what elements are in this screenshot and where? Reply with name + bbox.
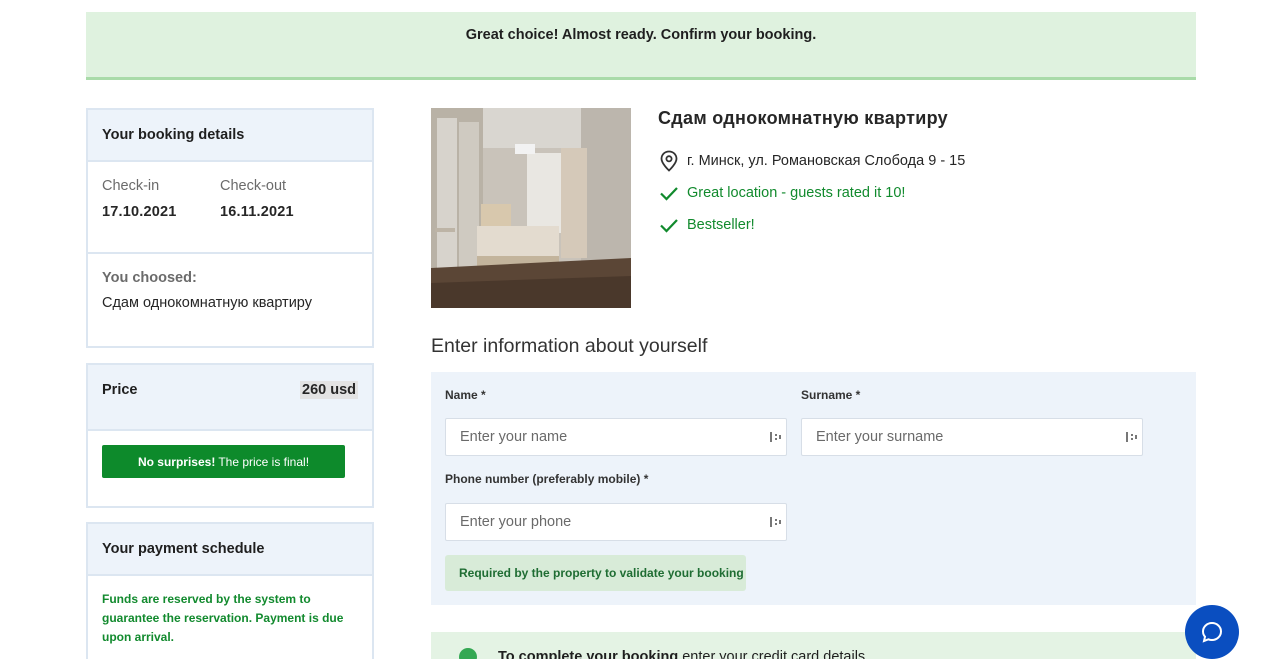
chosen-label: You choosed: bbox=[102, 270, 197, 286]
price-final-badge: No surprises! The price is final! bbox=[102, 445, 345, 478]
banner-text: Great choice! Almost ready. Confirm your… bbox=[465, 26, 817, 43]
chosen-block: You choosed: Сдам однокомнатную квартиру bbox=[88, 254, 372, 327]
credit-card-text-bold: To complete your booking bbox=[498, 649, 679, 659]
credit-card-prompt: To complete your booking enter your cred… bbox=[431, 632, 1196, 659]
name-input[interactable] bbox=[445, 418, 787, 456]
property-location-rating: Great location - guests rated it 10! bbox=[658, 182, 905, 204]
property-title: Сдам однокомнатную квартиру bbox=[658, 108, 948, 128]
price-card: Price 260 usd No surprises! The price is… bbox=[86, 363, 374, 508]
price-final-text: The price is final! bbox=[218, 454, 310, 469]
booking-dates: Check-in 17.10.2021 Check-out 16.11.2021 bbox=[88, 162, 372, 254]
checkmark-icon bbox=[658, 182, 680, 204]
checkin-block: Check-in 17.10.2021 bbox=[102, 178, 220, 252]
checkout-date: 16.11.2021 bbox=[220, 204, 294, 220]
checkmark-icon bbox=[658, 214, 680, 236]
payment-schedule-header: Your payment schedule bbox=[88, 524, 372, 576]
chat-button[interactable] bbox=[1185, 605, 1239, 659]
credit-card-text: To complete your booking enter your cred… bbox=[498, 649, 865, 659]
property-bestseller: Bestseller! bbox=[658, 214, 755, 236]
bestseller-text: Bestseller! bbox=[687, 217, 755, 233]
location-rating-text: Great location - guests rated it 10! bbox=[687, 185, 906, 201]
price-value: 260 usd bbox=[300, 381, 358, 399]
check-circle-icon bbox=[459, 648, 477, 659]
autofill-icon[interactable] bbox=[769, 430, 783, 444]
checkout-label: Check-out bbox=[220, 178, 287, 194]
map-pin-icon bbox=[658, 150, 680, 172]
checkout-block: Check-out 16.11.2021 bbox=[220, 178, 338, 252]
price-label: Price bbox=[102, 382, 138, 398]
bedroom-photo-illustration bbox=[431, 108, 631, 308]
checkin-date: 17.10.2021 bbox=[102, 204, 177, 220]
payment-schedule-title: Your payment schedule bbox=[102, 541, 265, 557]
price-header: Price 260 usd bbox=[88, 365, 372, 431]
chat-bubble-icon bbox=[1201, 621, 1223, 643]
booking-details-title: Your booking details bbox=[102, 127, 245, 143]
booking-details-card: Your booking details Check-in 17.10.2021… bbox=[86, 108, 374, 348]
confirmation-banner: Great choice! Almost ready. Confirm your… bbox=[86, 12, 1196, 80]
booking-details-header: Your booking details bbox=[88, 110, 372, 162]
form-section-title: Enter information about yourself bbox=[431, 335, 708, 357]
checkin-label: Check-in bbox=[102, 178, 160, 194]
name-label: Name * bbox=[445, 388, 486, 402]
personal-info-form: Name * Surname * Phone number (preferabl… bbox=[431, 372, 1196, 605]
surname-label: Surname * bbox=[801, 388, 861, 402]
payment-schedule-card: Your payment schedule Funds are reserved… bbox=[86, 522, 374, 659]
autofill-icon[interactable] bbox=[1125, 430, 1139, 444]
phone-label: Phone number (preferably mobile) * bbox=[445, 472, 649, 486]
payment-schedule-text: Funds are reserved by the system to guar… bbox=[102, 592, 344, 644]
chosen-value: Сдам однокомнатную квартиру bbox=[102, 295, 312, 311]
property-address: г. Минск, ул. Романовская Слобода 9 - 15 bbox=[658, 150, 965, 172]
phone-hint: Required by the property to validate you… bbox=[445, 555, 746, 591]
credit-card-text-rest: enter your credit card details bbox=[682, 649, 866, 659]
phone-input[interactable] bbox=[445, 503, 787, 541]
property-photo[interactable] bbox=[431, 108, 631, 308]
surname-input[interactable] bbox=[801, 418, 1143, 456]
autofill-icon[interactable] bbox=[769, 515, 783, 529]
price-final-bold: No surprises! bbox=[137, 454, 216, 469]
property-address-text: г. Минск, ул. Романовская Слобода 9 - 15 bbox=[687, 153, 966, 169]
